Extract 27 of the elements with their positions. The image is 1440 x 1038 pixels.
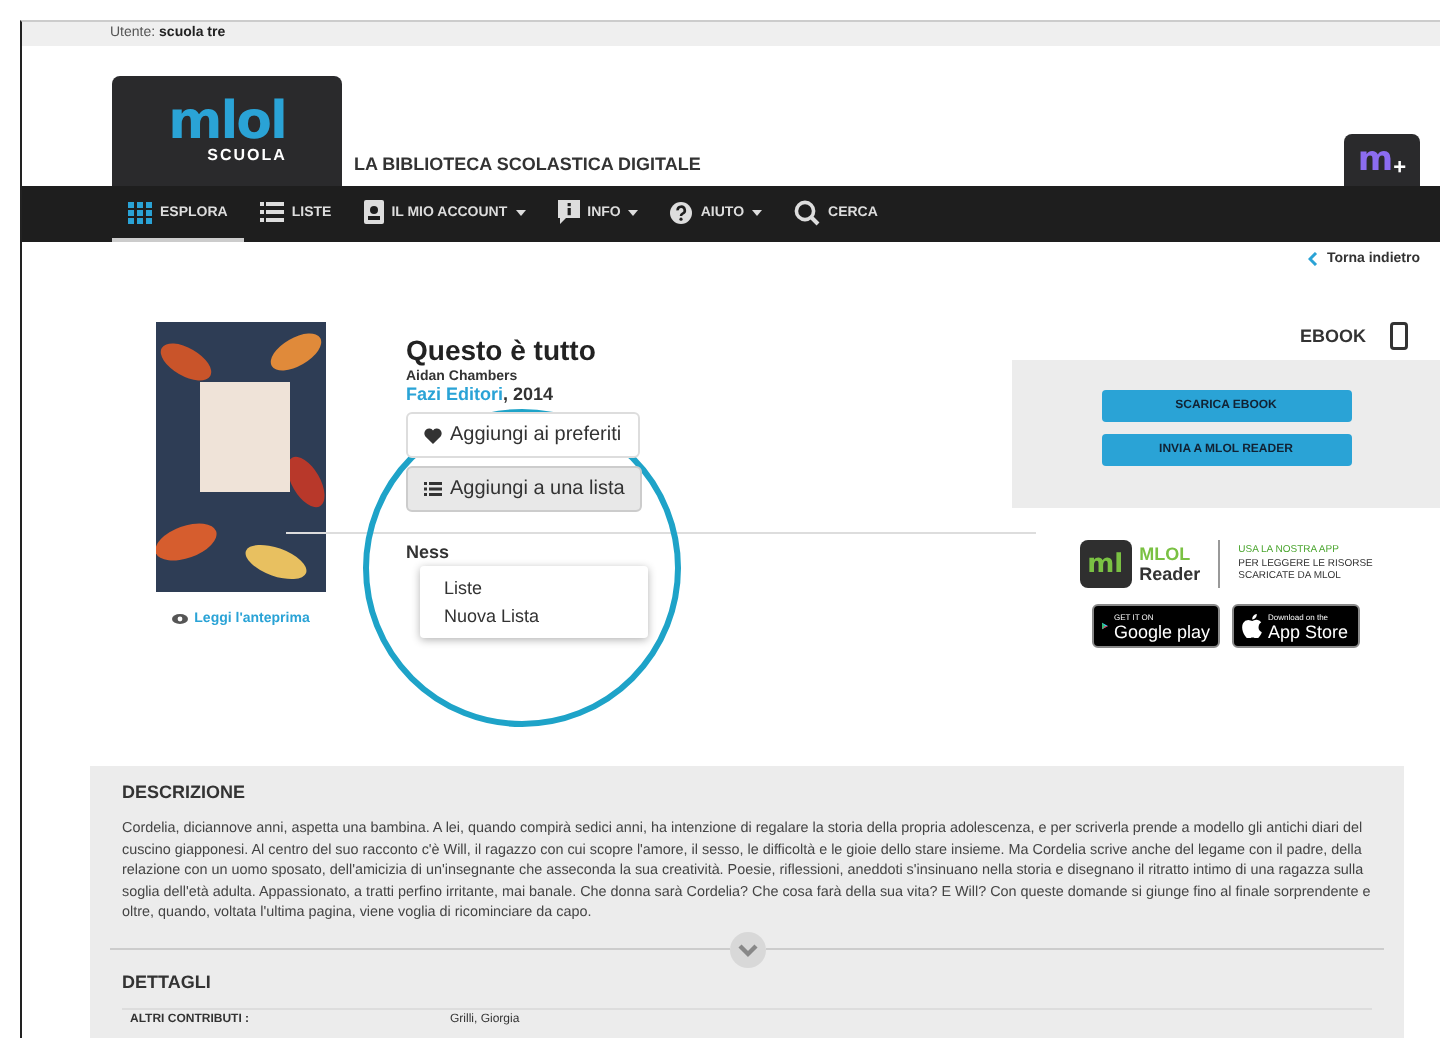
app-name: MLOL Reader [1139,544,1201,584]
expand-chevron-icon[interactable] [729,931,765,968]
heart-icon [424,427,442,443]
section-heading: DETTAGLI [122,971,213,992]
eye-icon [172,614,189,624]
info-icon [557,200,580,224]
search-icon [794,199,821,225]
phone-icon [1390,322,1408,350]
mlol-plus-button[interactable]: m+ [1344,134,1420,186]
format-label: EBOOK [1299,326,1366,346]
section-heading: DESCRIZIONE [122,782,248,802]
add-to-list-button[interactable]: Aggiungi a una lista [406,466,643,512]
menu-item[interactable]: Nuova Lista [420,602,648,630]
mlol-scuola-logo[interactable]: mlol SCUOLA [112,76,342,186]
add-to-favorites-button[interactable]: Aggiungi ai preferiti [406,412,640,458]
site-tagline: LA BIBLIOTECA SCOLASTICA DIGITALE [354,154,701,174]
grid-icon [128,201,152,223]
list-icon [259,202,284,222]
publication-year: , 2014 [503,384,554,404]
list-icon [424,482,442,496]
rating-text: Ness [406,542,452,562]
chevron-left-icon [1308,252,1319,266]
menu-item[interactable]: Liste [420,574,648,602]
book-title: Questo è tutto [406,334,598,366]
help-icon [670,201,693,223]
id-badge-icon [363,200,384,224]
mlol-reader-logo: ml [1079,540,1132,588]
